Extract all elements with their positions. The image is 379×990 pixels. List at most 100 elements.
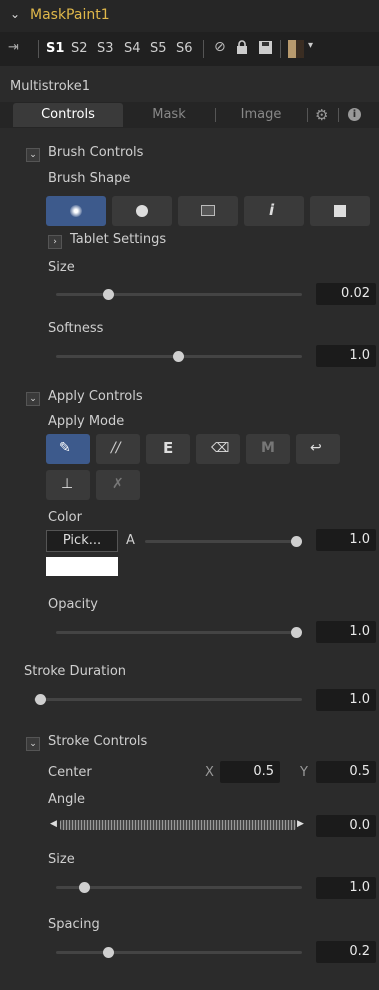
apply-mode-erase-button[interactable]: ⌫ xyxy=(196,434,240,464)
softness-label: Softness xyxy=(48,321,104,336)
stroke-duration-slider-handle[interactable] xyxy=(35,694,46,705)
apply-mode-clone-button[interactable]: // xyxy=(96,434,140,464)
stroke-duration-slider-track[interactable] xyxy=(34,698,302,701)
save-icon[interactable] xyxy=(259,41,272,58)
wire-icon: ✗ xyxy=(112,476,124,492)
angle-value-field[interactable]: 0.0 xyxy=(316,815,376,837)
tab-image[interactable]: Image xyxy=(216,103,306,127)
slot-s1[interactable]: S1 xyxy=(46,41,64,56)
color-swatch[interactable] xyxy=(46,557,118,576)
slot-s6[interactable]: S6 xyxy=(176,41,193,56)
angle-left-arrow-icon[interactable]: ◀ xyxy=(50,819,57,829)
center-label: Center xyxy=(48,765,92,780)
size-slider-track[interactable] xyxy=(56,293,302,296)
soft-brush-icon xyxy=(70,205,82,217)
softness-slider-handle[interactable] xyxy=(173,351,184,362)
color-label: Color xyxy=(48,510,82,525)
merge-icon: M xyxy=(261,440,275,456)
toolbar-divider xyxy=(203,40,204,58)
angle-thumbwheel[interactable] xyxy=(60,820,296,830)
tab-mask[interactable]: Mask xyxy=(124,103,214,127)
stroke-size-slider-track[interactable] xyxy=(56,886,302,889)
stroke-duration-label: Stroke Duration xyxy=(24,664,127,679)
pin-icon[interactable]: ⇥ xyxy=(8,40,19,55)
apply-mode-stamp-button[interactable]: ⊥ xyxy=(46,470,90,500)
slot-s2[interactable]: S2 xyxy=(71,41,88,56)
tab-divider xyxy=(307,108,308,122)
softness-value-field[interactable]: 1.0 xyxy=(316,345,376,367)
alpha-slider-track[interactable] xyxy=(145,540,301,543)
info-icon[interactable]: i xyxy=(348,108,361,121)
stroke-size-value-field[interactable]: 1.0 xyxy=(316,877,376,899)
gear-icon[interactable]: ⚙ xyxy=(315,106,328,124)
spacing-slider-handle[interactable] xyxy=(103,947,114,958)
brush-shape-square-button[interactable] xyxy=(310,196,370,226)
center-y-label: Y xyxy=(300,765,308,780)
title-bar: ⌄ MaskPaint1 xyxy=(0,0,379,32)
stroke-size-slider-handle[interactable] xyxy=(79,882,90,893)
size-slider-handle[interactable] xyxy=(103,289,114,300)
color-swatch-icon[interactable] xyxy=(288,40,304,58)
apply-mode-color-button[interactable]: ✎ xyxy=(46,434,90,464)
brush-color-icon: ✎ xyxy=(59,440,71,456)
node-title: MaskPaint1 xyxy=(30,7,110,23)
brush-controls-header: Brush Controls xyxy=(48,145,144,160)
smear-icon: ↩ xyxy=(310,440,322,456)
apply-mode-smear-button[interactable]: ↩ xyxy=(296,434,340,464)
spacing-slider-track[interactable] xyxy=(56,951,302,954)
tablet-settings-toggle-icon[interactable]: › xyxy=(48,235,62,249)
circle-brush-icon xyxy=(136,205,148,217)
apply-controls-toggle-icon[interactable]: ⌄ xyxy=(26,392,40,406)
brush-shape-soft-button[interactable] xyxy=(46,196,106,226)
tab-label: Controls xyxy=(41,107,95,122)
slot-s4[interactable]: S4 xyxy=(124,41,141,56)
stamp-icon: ⊥ xyxy=(61,476,74,492)
image-brush-icon xyxy=(201,205,215,216)
size-value-field[interactable]: 0.02 xyxy=(316,283,376,305)
toolbar-divider xyxy=(38,40,39,58)
eraser-icon: ⌫ xyxy=(211,441,230,456)
opacity-value-field[interactable]: 1.0 xyxy=(316,621,376,643)
apply-mode-label: Apply Mode xyxy=(48,414,125,429)
brush-shape-circle-button[interactable] xyxy=(112,196,172,226)
brush-shape-line-button[interactable]: i xyxy=(244,196,304,226)
dropdown-arrow-icon[interactable]: ▾ xyxy=(308,40,313,51)
emboss-icon: E xyxy=(163,439,174,457)
opacity-label: Opacity xyxy=(48,597,99,612)
brush-controls-toggle-icon[interactable]: ⌄ xyxy=(26,148,40,162)
apply-mode-emboss-button[interactable]: E xyxy=(146,434,190,464)
tab-bar: Controls Mask Image ⚙ i xyxy=(0,102,379,128)
alpha-label: A xyxy=(126,533,135,548)
apply-mode-wire-button[interactable]: ✗ xyxy=(96,470,140,500)
size-label: Size xyxy=(48,260,75,275)
alpha-slider-handle[interactable] xyxy=(291,536,302,547)
lock-icon[interactable] xyxy=(236,40,247,54)
brush-shape-image-button[interactable] xyxy=(178,196,238,226)
inspector-panel: ⌄ MaskPaint1 ⇥ S1 S2 S3 S4 S5 S6 ⊘ ▾ Mul… xyxy=(0,0,379,990)
center-y-field[interactable]: 0.5 xyxy=(316,761,376,783)
opacity-slider-handle[interactable] xyxy=(291,627,302,638)
stroke-size-label: Size xyxy=(48,852,75,867)
tab-label: Mask xyxy=(152,107,186,122)
stroke-controls-header: Stroke Controls xyxy=(48,734,148,749)
spacing-label: Spacing xyxy=(48,917,100,932)
center-x-field[interactable]: 0.5 xyxy=(220,761,280,783)
angle-right-arrow-icon[interactable]: ▶ xyxy=(297,819,304,829)
slot-s5[interactable]: S5 xyxy=(150,41,167,56)
stroke-controls-toggle-icon[interactable]: ⌄ xyxy=(26,737,40,751)
spacing-value-field[interactable]: 0.2 xyxy=(316,941,376,963)
tab-divider xyxy=(338,108,339,122)
angle-label: Angle xyxy=(48,792,85,807)
disable-icon[interactable]: ⊘ xyxy=(214,39,226,55)
apply-controls-header: Apply Controls xyxy=(48,389,143,404)
version-toolbar: ⇥ S1 S2 S3 S4 S5 S6 ⊘ ▾ xyxy=(0,32,379,66)
pick-color-button[interactable]: Pick... xyxy=(46,530,118,552)
alpha-value-field[interactable]: 1.0 xyxy=(316,529,376,551)
collapse-chevron-icon[interactable]: ⌄ xyxy=(10,7,20,21)
tab-controls[interactable]: Controls xyxy=(13,103,123,127)
apply-mode-merge-button[interactable]: M xyxy=(246,434,290,464)
stroke-duration-value-field[interactable]: 1.0 xyxy=(316,689,376,711)
slot-s3[interactable]: S3 xyxy=(97,41,114,56)
brush-shape-label: Brush Shape xyxy=(48,171,131,186)
opacity-slider-track[interactable] xyxy=(56,631,302,634)
